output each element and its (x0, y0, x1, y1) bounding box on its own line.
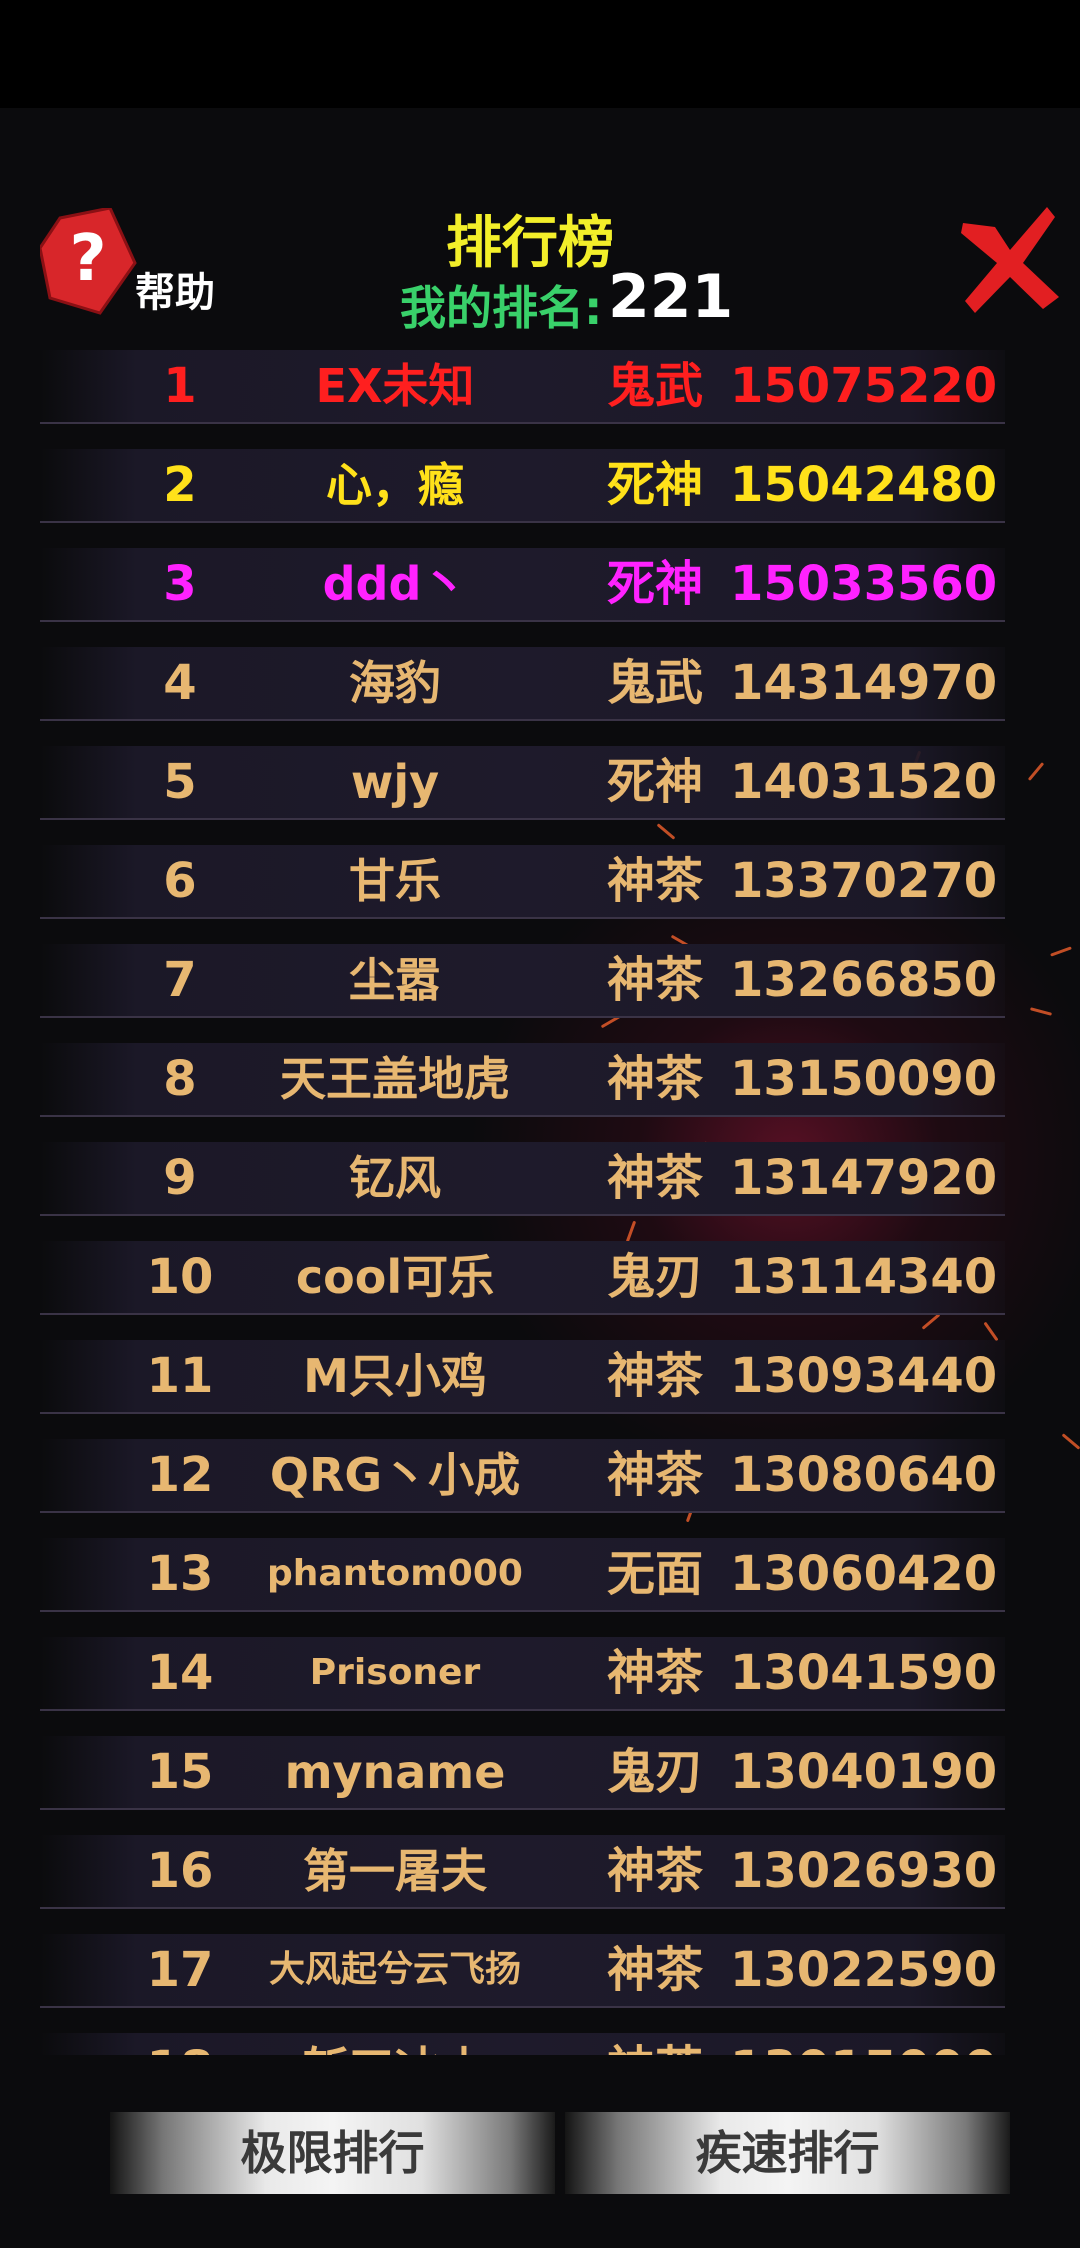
table-row: 5 wjy 死神 14031520 (40, 746, 1005, 820)
score-value: 15033560 (730, 556, 998, 612)
player-name: 第一屠夫 (303, 1844, 487, 1898)
rank-cell: 6 (163, 853, 197, 909)
table-row: 6 甘乐 神茶 13370270 (40, 845, 1005, 919)
close-button[interactable] (955, 205, 1065, 315)
score-value: 13060420 (730, 1546, 998, 1602)
table-row: 16 第一屠夫 神茶 13026930 (40, 1835, 1005, 1909)
rank-cell: 10 (146, 1249, 214, 1305)
table-row: 14 Prisoner 神茶 13041590 (40, 1637, 1005, 1711)
table-row: 13 phantom000 无面 13060420 (40, 1538, 1005, 1612)
player-name: myname (284, 1745, 506, 1799)
table-row: 8 天王盖地虎 神茶 13150090 (40, 1043, 1005, 1117)
player-name: 心，瘾 (326, 458, 464, 512)
player-name: 海豹 (349, 656, 441, 710)
table-row: 15 myname 鬼刃 13040190 (40, 1736, 1005, 1810)
player-name: 斩刃冰山 (225, 2033, 565, 2055)
rank-cell: 16 (146, 1843, 214, 1899)
my-rank-value: 221 (608, 262, 734, 332)
table-row: 4 海豹 鬼武 14314970 (40, 647, 1005, 721)
question-mark-icon: ? (40, 208, 137, 315)
rank-cell: 12 (146, 1447, 214, 1503)
player-name: 天王盖地虎 (280, 1052, 510, 1106)
rank-cell: 17 (146, 1942, 214, 1998)
rank-cell: 14 (146, 1645, 214, 1701)
rank-cell: 3 (163, 556, 197, 612)
player-name: cool可乐 (295, 1250, 495, 1304)
player-name: QRG丶小成 (269, 1448, 521, 1502)
score-value: 13026930 (730, 1843, 998, 1899)
table-row: 3 ddd丶 死神 15033560 (40, 548, 1005, 622)
table-row: 7 尘嚣 神茶 13266850 (40, 944, 1005, 1018)
table-row: 18斩刃冰山神茶13015000 (40, 2033, 1005, 2055)
help-button[interactable]: ? 帮助 (40, 208, 230, 318)
table-row: 12 QRG丶小成 神茶 13080640 (40, 1439, 1005, 1513)
rank-cell: 2 (163, 457, 197, 513)
rank-cell: 7 (163, 952, 197, 1008)
score-value: 13015000 (730, 2033, 997, 2055)
player-name: EX未知 (315, 359, 475, 413)
score-value: 13147920 (730, 1150, 998, 1206)
table-row: 2 心，瘾 死神 15042480 (40, 449, 1005, 523)
score-value: 13041590 (730, 1645, 998, 1701)
table-row: 10 cool可乐 鬼刃 13114340 (40, 1241, 1005, 1315)
player-name: 甘乐 (349, 854, 441, 908)
player-name: 大风起兮云飞扬 (268, 1949, 521, 1990)
status-bar (0, 0, 1080, 108)
score-value: 15075220 (730, 358, 998, 414)
score-value: 13093440 (730, 1348, 998, 1404)
score-value: 14031520 (730, 754, 998, 810)
svg-text:?: ? (69, 222, 106, 296)
score-value: 13040190 (730, 1744, 998, 1800)
rank-cell: 4 (163, 655, 197, 711)
rank-cell: 18 (125, 2033, 235, 2055)
my-rank-label: 我的排名: (400, 281, 603, 335)
my-rank: 我的排名: 221 (400, 262, 734, 335)
table-row: 1 EX未知 鬼武 15075220 (40, 350, 1005, 424)
player-name: 钇风 (349, 1151, 441, 1205)
rank-cell: 9 (163, 1150, 197, 1206)
speed-rank-button[interactable]: 疾速排行 (565, 2112, 1010, 2194)
rank-cell: 15 (146, 1744, 214, 1800)
score-value: 13080640 (730, 1447, 998, 1503)
player-name: phantom000 (267, 1553, 523, 1594)
help-label: 帮助 (135, 270, 215, 316)
table-row: 11 M只小鸡 神茶 13093440 (40, 1340, 1005, 1414)
player-name: M只小鸡 (303, 1349, 487, 1403)
close-x-icon (961, 207, 1059, 313)
player-name: Prisoner (309, 1652, 481, 1693)
table-row: 17 大风起兮云飞扬 神茶 13022590 (40, 1934, 1005, 2008)
rank-cell: 5 (163, 754, 197, 810)
score-value: 13370270 (730, 853, 998, 909)
rank-cell: 1 (163, 358, 197, 414)
rank-cell: 8 (163, 1051, 197, 1107)
score-value: 13022590 (730, 1942, 998, 1998)
player-name: wjy (350, 755, 440, 809)
table-row: 9 钇风 神茶 13147920 (40, 1142, 1005, 1216)
player-name: ddd丶 (322, 557, 468, 611)
score-value: 13266850 (730, 952, 998, 1008)
limit-rank-button[interactable]: 极限排行 (110, 2112, 555, 2194)
leaderboard-list[interactable]: 1 EX未知 鬼武 15075220 2 心，瘾 死神 15042480 3 ddd丶 死神 1503… (40, 350, 1005, 2055)
score-value: 14314970 (730, 655, 998, 711)
rank-cell: 13 (146, 1546, 214, 1602)
player-name: 尘嚣 (349, 953, 441, 1007)
score-value: 13150090 (730, 1051, 998, 1107)
rank-cell: 11 (146, 1348, 214, 1404)
score-value: 15042480 (730, 457, 998, 513)
score-value: 13114340 (730, 1249, 998, 1305)
